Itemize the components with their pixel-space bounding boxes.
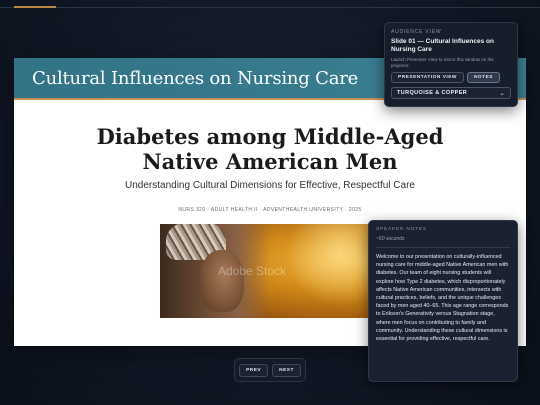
speaker-notes-body: Welcome to our presentation on culturall… bbox=[376, 254, 509, 343]
slide-photo: Adobe Stock bbox=[160, 224, 380, 318]
photo-face bbox=[200, 250, 244, 312]
chevron-down-icon: ⌄ bbox=[499, 90, 505, 97]
slide-course-meta: NURS 320 · ADULT HEALTH II · ADVENTHEALT… bbox=[178, 207, 362, 213]
slide-title-line-2: Native American Men bbox=[142, 149, 398, 174]
audience-panel-description: Launch Presenter View to mirror this win… bbox=[391, 57, 494, 68]
theme-select[interactable]: TURQUOISE & COPPER ⌄ bbox=[391, 87, 511, 99]
slide-title-line-1: Diabetes among Middle-Aged bbox=[96, 124, 444, 149]
photo-watermark: Adobe Stock bbox=[218, 264, 287, 278]
speaker-notes-eyebrow: SPEAKER NOTES bbox=[376, 227, 427, 232]
progress-track bbox=[0, 7, 540, 8]
slide-navigation: PREV NEXT bbox=[234, 358, 306, 382]
prev-button[interactable]: PREV bbox=[239, 363, 269, 377]
audience-panel-eyebrow: AUDIENCE VIEW bbox=[391, 29, 442, 35]
audience-view-panel: AUDIENCE VIEW Slide 01 — Cultural Influe… bbox=[384, 22, 518, 107]
slide-title: Diabetes among Middle-Aged Native Americ… bbox=[14, 124, 526, 174]
slide-header-title: Cultural Influences on Nursing Care bbox=[32, 67, 359, 89]
next-button[interactable]: NEXT bbox=[272, 363, 301, 377]
presentation-view-button[interactable]: PRESENTATION VIEW bbox=[391, 72, 464, 83]
slide-subtitle: Understanding Cultural Dimensions for Ef… bbox=[125, 180, 415, 191]
notes-toggle-button[interactable]: NOTES bbox=[466, 72, 500, 83]
theme-select-value: TURQUOISE & COPPER bbox=[397, 90, 468, 96]
progress-fill bbox=[14, 6, 56, 8]
audience-panel-buttons: PRESENTATION VIEW NOTES bbox=[391, 72, 511, 83]
audience-panel-title: Slide 01 — Cultural Influences on Nursin… bbox=[391, 38, 494, 53]
photo-sunlight bbox=[280, 224, 380, 318]
speaker-notes-duration: ~60 seconds bbox=[376, 236, 510, 248]
speaker-notes-panel: SPEAKER NOTES ~60 seconds Welcome to our… bbox=[368, 220, 518, 382]
